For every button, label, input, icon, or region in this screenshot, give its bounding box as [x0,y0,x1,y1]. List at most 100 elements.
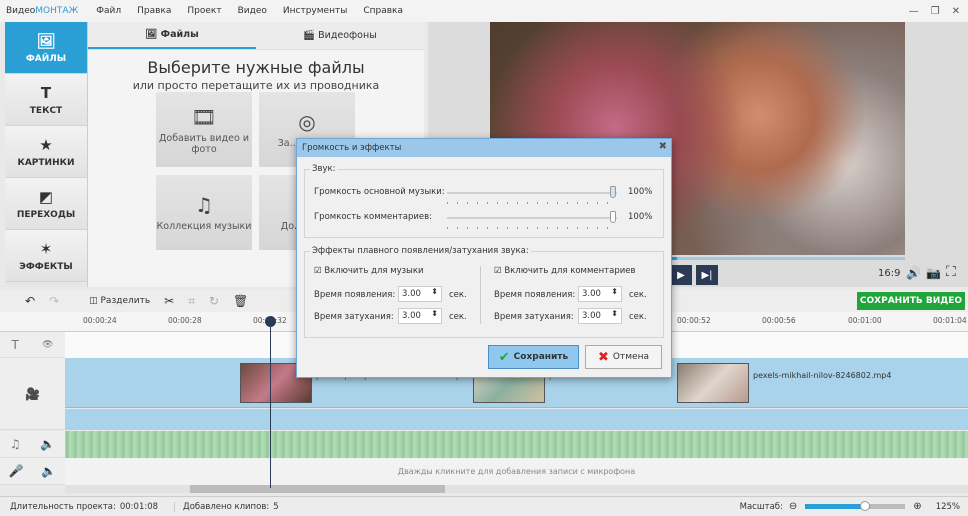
ruler-tick: 00:01:00 [848,316,882,325]
ruler-tick: 00:00:24 [83,316,117,325]
comments-volume-slider[interactable] [447,217,617,219]
menu-help[interactable]: Справка [363,6,403,16]
sidebar-item-effects[interactable]: ✶ ЭФФЕКТЫ [5,230,87,282]
slider-ticks [447,227,617,229]
speaker-icon[interactable]: 🔈 [41,464,56,478]
volume-icon[interactable]: 🔊 [906,266,921,280]
spin-arrows-icon[interactable]: ⬍ [611,309,618,318]
sidebar-item-text[interactable]: T ТЕКСТ [5,74,87,126]
comments-volume-value: 100% [628,212,653,222]
music-track-waveform[interactable] [65,431,968,458]
comments-fade-in-label: Время появления: [494,290,576,300]
save-button[interactable]: ✔ Сохранить [488,345,579,369]
sidebar-item-transitions[interactable]: ◩ ПЕРЕХОДЫ [5,178,87,230]
unit-label: сек. [449,312,467,322]
webcam-icon: ◎ [298,110,316,134]
sidebar: 🖼 ФАЙЛЫ T ТЕКСТ ★ КАРТИНКИ ◩ ПЕРЕХОДЫ ✶ ЭФФЕК… [5,22,88,287]
dialog-titlebar: Громкость и эффекты ✖ [297,139,671,157]
aspect-ratio-button[interactable]: 16:9 [878,268,900,279]
video-clip[interactable]: pexels-mikhail-nilov-8246802.mp4 [677,363,895,403]
scissors-icon[interactable]: ✂ [164,294,174,308]
menu-file[interactable]: Файл [96,6,121,16]
zoom-slider[interactable] [805,501,906,511]
snapshot-icon[interactable]: 📷 [926,266,941,280]
comments-volume-thumb[interactable] [610,211,616,223]
playhead[interactable] [270,316,271,488]
music-collection-button[interactable]: ♫ Коллекция музыки [156,175,252,250]
fullscreen-icon[interactable]: ⛶ [946,264,956,280]
skip-forward-icon: ▶| [701,269,713,281]
zoom-out-icon[interactable]: ⊖ [789,501,797,512]
add-video-photo-button[interactable]: 🎞 Добавить видео и фото [156,92,252,167]
sidebar-item-files[interactable]: 🖼 ФАЙЛЫ [5,22,87,74]
ruler-tick: 00:01:04 [933,316,967,325]
rotate-icon[interactable]: ↻ [209,294,219,308]
tab-video-backgrounds[interactable]: 🎬 Видеофоны [256,22,424,49]
play-icon: ▶ [677,269,685,281]
music-volume-label: Громкость основной музыки: [314,187,445,197]
cancel-button[interactable]: ✖ Отмена [585,345,662,369]
scrollbar-thumb[interactable] [190,485,445,493]
ruler-tick: 00:00:52 [677,316,711,325]
checkmark-icon: ☑ [494,266,505,276]
music-volume-slider[interactable] [447,192,617,194]
text-icon: T [11,337,19,352]
sidebar-item-pictures[interactable]: ★ КАРТИНКИ [5,126,87,178]
video-camera-icon: 🎥 [25,386,40,401]
ruler-tick: 00:00:56 [762,316,796,325]
menu-tools[interactable]: Инструменты [283,6,347,16]
zoom-value: 125% [935,501,960,512]
text-icon: T [40,83,52,102]
magic-wand-icon: ✶ [39,239,53,258]
video-subtrack[interactable] [65,409,968,430]
enable-comments-checkbox[interactable]: ☑ Включить для комментариев [494,266,635,276]
zoom-in-icon[interactable]: ⊕ [913,501,921,512]
playhead-handle[interactable] [265,316,276,327]
split-button[interactable]: ◫ Разделить [89,296,150,306]
music-fade-in-input[interactable]: 3.00 ⬍ [398,286,442,302]
undo-icon[interactable]: ↶ [25,294,35,308]
music-volume-thumb[interactable] [610,186,616,198]
visibility-icon[interactable]: 👁 [42,340,53,350]
redo-icon[interactable]: ↷ [49,294,59,308]
crop-icon[interactable]: ⌗ [188,294,195,309]
unit-label: сек. [629,290,647,300]
comments-fade-in-input[interactable]: 3.00 ⬍ [578,286,622,302]
play-button[interactable]: ▶ [670,265,692,285]
next-frame-button[interactable]: ▶| [696,265,718,285]
spin-arrows-icon[interactable]: ⬍ [431,309,438,318]
cancel-label: Отмена [612,352,649,362]
spin-arrows-icon[interactable]: ⬍ [611,287,618,296]
comments-fade-out-label: Время затухания: [494,312,574,322]
save-video-button[interactable]: СОХРАНИТЬ ВИДЕО [857,292,965,310]
image-icon: 🖼 [36,31,56,50]
music-fade-out-input[interactable]: 3.00 ⬍ [398,308,442,324]
mic-track-header: 🎤 🔈 [0,458,65,485]
spin-value: 3.00 [582,311,601,321]
timeline-scrollbar[interactable] [65,485,968,493]
close-icon[interactable]: ✖ [659,141,667,152]
video-track-header: 🎥 [0,358,65,430]
film-reel-icon: 🎞 [191,104,217,129]
comments-fade-out-input[interactable]: 3.00 ⬍ [578,308,622,324]
check-circle-icon: ✔ [498,349,510,365]
slider-ticks [447,202,617,204]
zoom-label: Масштаб: [739,501,783,512]
comments-volume-label: Громкость комментариев: [314,212,432,222]
menu-edit[interactable]: Правка [137,6,171,16]
star-icon: ★ [39,135,53,154]
spin-arrows-icon[interactable]: ⬍ [431,287,438,296]
mic-track[interactable]: Дважды кликните для добавления записи с … [65,458,968,485]
close-button[interactable]: ✕ [952,6,960,17]
enable-music-checkbox[interactable]: ☑ Включить для музыки [314,266,424,276]
delete-icon[interactable]: 🗑 [233,294,248,308]
menu-project[interactable]: Проект [187,6,221,16]
zoom-slider-thumb[interactable] [860,501,871,511]
tab-files[interactable]: 🖼 Файлы [88,22,256,49]
menu-video[interactable]: Видео [238,6,267,16]
speaker-icon[interactable]: 🔈 [40,437,55,451]
restore-button[interactable]: ❐ [931,6,940,17]
tab-label: Файлы [160,29,199,40]
tile-label: Коллекция музыки [156,221,252,232]
minimize-button[interactable]: — [909,6,919,17]
